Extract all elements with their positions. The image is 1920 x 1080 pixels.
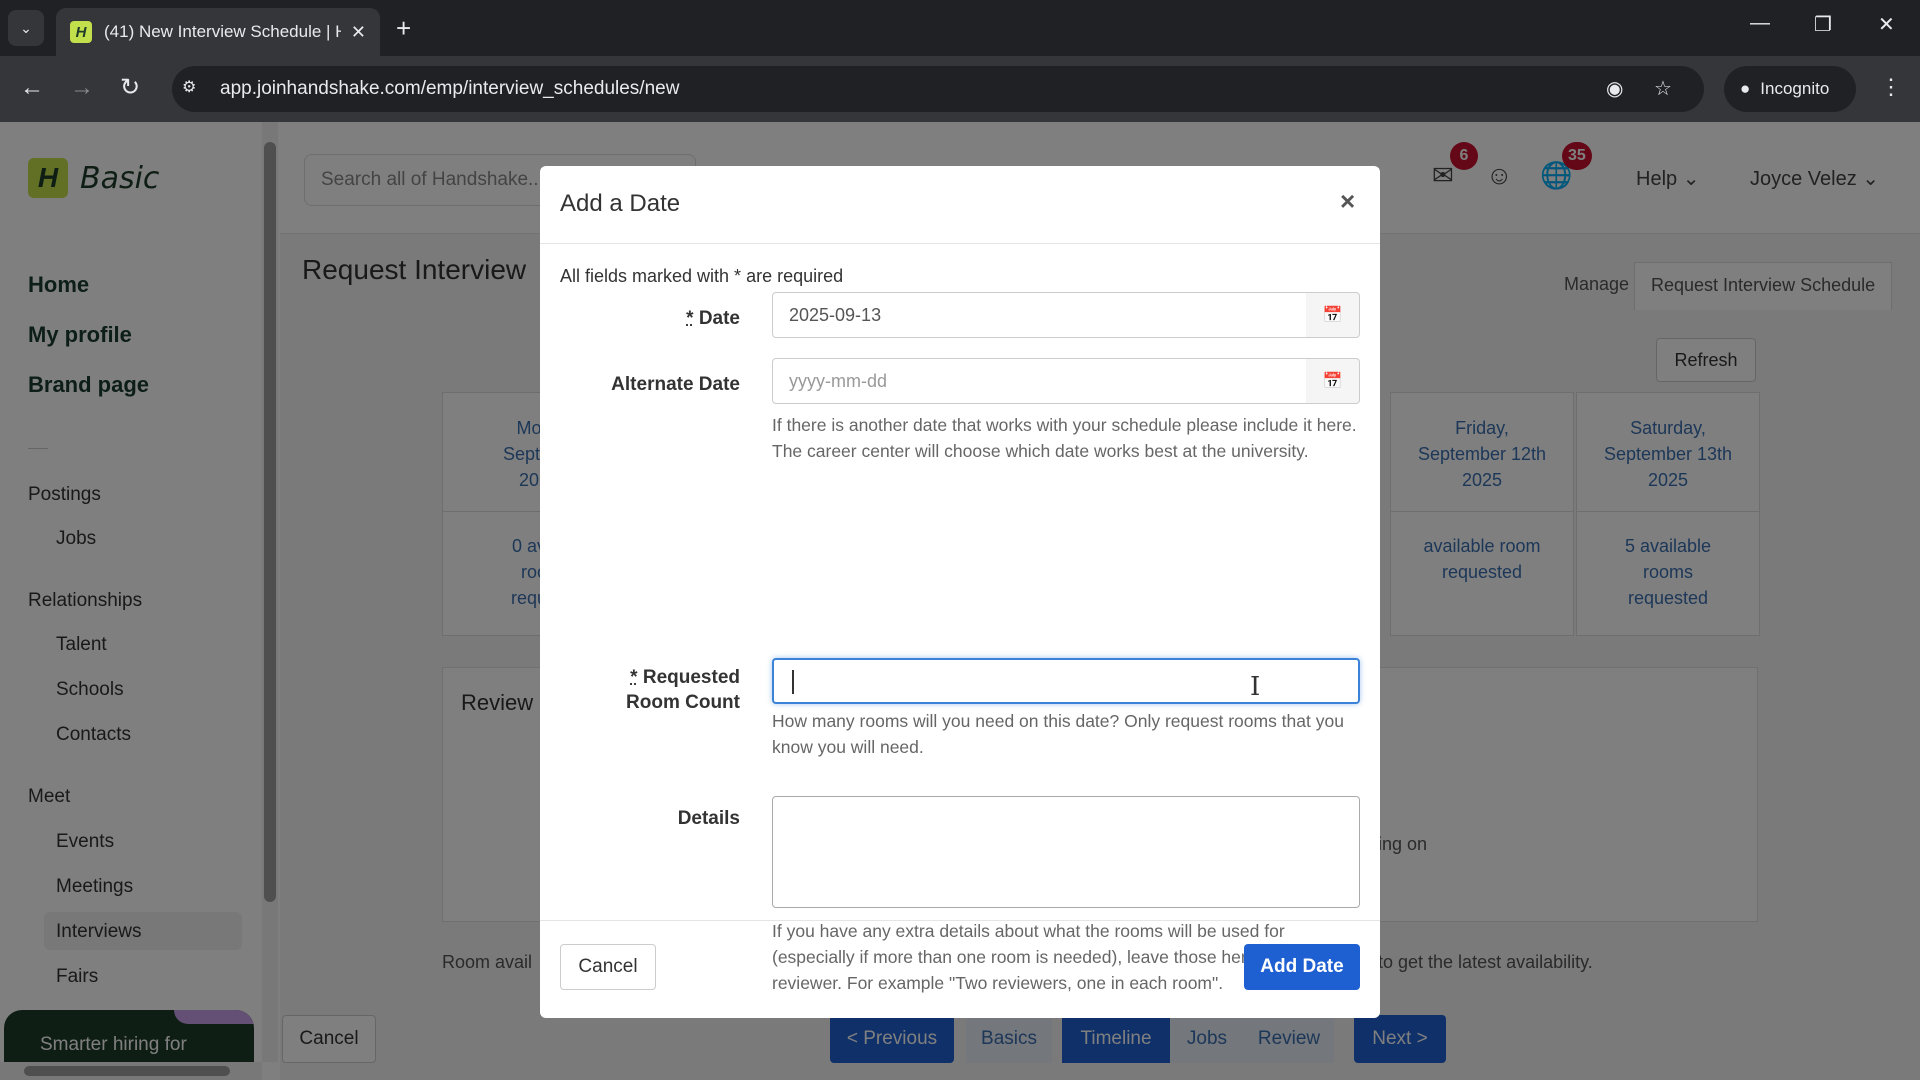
new-tab-plus-icon[interactable]: + — [396, 14, 411, 42]
handshake-favicon-icon: H — [70, 21, 92, 43]
modal-footer-divider — [540, 920, 1380, 921]
requested-room-count-input[interactable] — [772, 658, 1360, 704]
details-label: Details — [677, 808, 740, 829]
back-arrow-icon[interactable]: ← — [20, 74, 44, 102]
add-date-button[interactable]: Add Date — [1244, 944, 1360, 990]
room-count-label: * Requested Room Count — [626, 667, 740, 713]
reload-icon[interactable]: ↻ — [120, 74, 140, 102]
text-caret — [792, 670, 794, 694]
incognito-label: Incognito — [1760, 79, 1830, 98]
eye-off-icon[interactable]: ◉ — [1606, 76, 1623, 101]
tab-title: (41) New Interview Schedule | H — [104, 22, 341, 41]
restore-window-icon[interactable]: ❐ — [1814, 12, 1832, 37]
page: H Basic Home My profile Brand page Posti… — [0, 122, 1920, 1080]
alternate-date-calendar-button[interactable]: 📅 — [1306, 358, 1360, 404]
alternate-date-help: If there is another date that works with… — [772, 415, 1357, 461]
calendar-icon: 📅 — [1322, 373, 1343, 390]
close-tab-icon[interactable]: ✕ — [351, 22, 366, 43]
minimize-window-icon[interactable]: — — [1750, 12, 1770, 35]
close-icon[interactable]: × — [1340, 186, 1355, 217]
chevron-down-icon: ⌄ — [20, 19, 32, 36]
site-info-icon[interactable]: ⚙ — [182, 77, 196, 97]
bookmark-star-icon[interactable]: ☆ — [1654, 76, 1672, 101]
browser-toolbar: ← → ↻ ⚙ app.joinhandshake.com/emp/interv… — [0, 56, 1920, 122]
url-text[interactable]: app.joinhandshake.com/emp/interview_sche… — [220, 78, 679, 100]
browser-tab-strip: ⌄ H (41) New Interview Schedule | H ✕ + … — [0, 0, 1920, 56]
tab-search-button[interactable]: ⌄ — [8, 10, 44, 46]
details-textarea[interactable] — [772, 796, 1360, 908]
modal-header: Add a Date × — [540, 166, 1380, 244]
browser-tab-active[interactable]: H (41) New Interview Schedule | H ✕ — [56, 8, 380, 56]
close-window-icon[interactable]: ✕ — [1878, 12, 1895, 37]
alternate-date-label: Alternate Date — [611, 374, 740, 395]
room-count-help: How many rooms will you need on this dat… — [772, 711, 1344, 757]
date-input[interactable]: 2025-09-13 — [772, 292, 1308, 338]
alternate-date-input[interactable]: yyyy-mm-dd — [772, 358, 1308, 404]
required-fields-note: All fields marked with * are required — [560, 266, 844, 286]
calendar-icon: 📅 — [1322, 307, 1343, 324]
modal-title: Add a Date — [560, 190, 681, 217]
incognito-icon: ● — [1740, 79, 1751, 98]
date-calendar-button[interactable]: 📅 — [1306, 292, 1360, 338]
incognito-indicator[interactable]: ● Incognito — [1724, 66, 1856, 112]
cancel-button[interactable]: Cancel — [560, 944, 656, 990]
date-label: * Date — [686, 308, 740, 329]
browser-menu-icon[interactable]: ⋮ — [1880, 74, 1902, 100]
text-cursor-icon: I — [1250, 672, 1261, 702]
forward-arrow-icon[interactable]: → — [70, 74, 94, 102]
address-bar[interactable]: ⚙ app.joinhandshake.com/emp/interview_sc… — [172, 66, 1704, 112]
add-date-modal: Add a Date × All fields marked with * ar… — [540, 166, 1380, 1018]
